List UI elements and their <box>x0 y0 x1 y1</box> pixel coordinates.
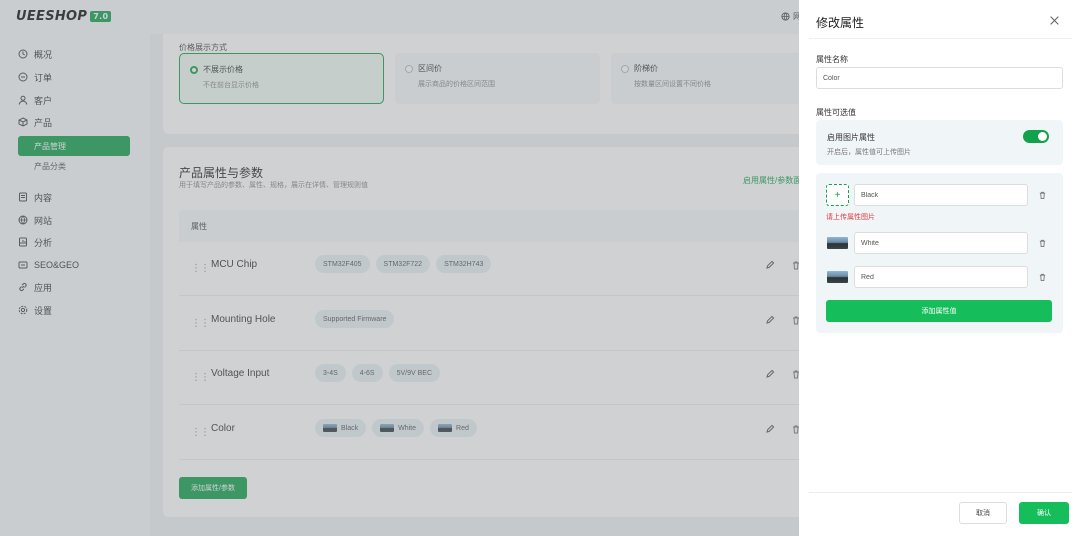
attribute-value-row: + <box>826 184 1053 206</box>
attribute-value-row <box>826 232 1053 254</box>
divider <box>809 492 1072 493</box>
value-image[interactable] <box>826 266 849 288</box>
trash-icon[interactable] <box>1038 190 1047 202</box>
trash-icon[interactable] <box>1038 238 1047 250</box>
value-thumbnail <box>827 237 848 249</box>
image-attribute-title: 启用图片属性 <box>827 133 875 142</box>
drawer-title: 修改属性 <box>816 16 865 30</box>
attribute-values-label: 属性可选值 <box>816 108 856 117</box>
trash-icon[interactable] <box>1038 272 1047 284</box>
upload-error-text: 请上传属性图片 <box>826 214 875 221</box>
value-thumbnail <box>827 271 848 283</box>
attribute-value-row <box>826 266 1053 288</box>
attribute-value-input[interactable] <box>854 232 1028 254</box>
add-value-button[interactable]: 添加属性值 <box>826 300 1052 322</box>
plus-icon: + <box>834 189 841 201</box>
attribute-name-label: 属性名称 <box>816 55 848 64</box>
attribute-value-input[interactable] <box>854 266 1028 288</box>
divider <box>809 38 1072 39</box>
image-attribute-panel: 启用图片属性 开启后，属性值可上传图片 <box>816 120 1063 165</box>
cancel-button[interactable]: 取消 <box>959 502 1007 524</box>
close-icon[interactable] <box>1049 15 1060 28</box>
edit-attribute-drawer: 修改属性 属性名称 属性可选值 启用图片属性 开启后，属性值可上传图片 + 请上… <box>799 0 1080 536</box>
confirm-button[interactable]: 确认 <box>1019 502 1069 524</box>
attribute-value-input[interactable] <box>854 184 1028 206</box>
attribute-name-input[interactable] <box>816 67 1063 89</box>
upload-image-button[interactable]: + <box>826 184 849 206</box>
image-attribute-toggle[interactable] <box>1023 130 1049 143</box>
value-image[interactable] <box>826 232 849 254</box>
attribute-values-list: + 请上传属性图片 添加属性值 <box>816 173 1063 333</box>
image-attribute-desc: 开启后，属性值可上传图片 <box>827 149 911 156</box>
